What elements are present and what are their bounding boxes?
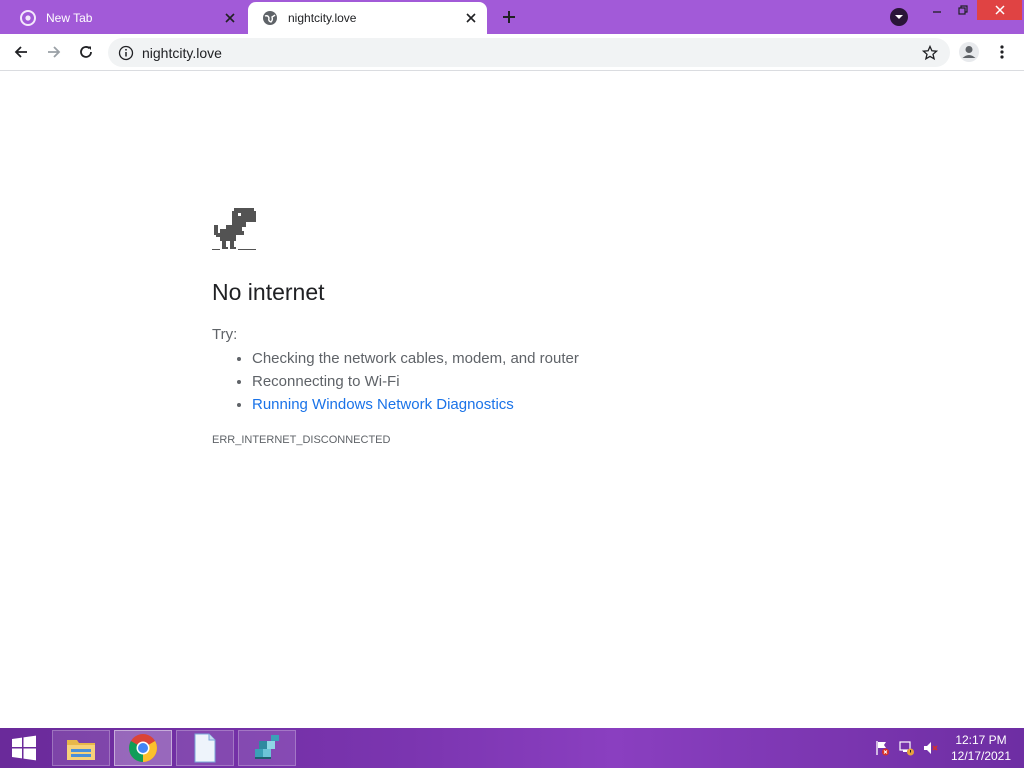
suggestion-list: Checking the network cables, modem, and … bbox=[212, 347, 579, 416]
restore-button[interactable] bbox=[951, 0, 975, 20]
error-headline: No internet bbox=[212, 279, 325, 305]
offline-dinosaur-icon[interactable] bbox=[212, 208, 258, 257]
taskbar-app-cubes[interactable] bbox=[238, 730, 296, 766]
clock-time: 12:17 PM bbox=[955, 733, 1007, 747]
minimize-icon bbox=[933, 11, 941, 13]
error-code: ERR_INTERNET_DISCONNECTED bbox=[212, 434, 391, 446]
tab-strip: New Tab nightcity.love bbox=[0, 0, 1024, 34]
bookmark-star-icon[interactable] bbox=[920, 43, 940, 63]
cubes-icon bbox=[255, 735, 279, 759]
back-arrow-icon bbox=[14, 46, 27, 58]
clock-date: 12/17/2021 bbox=[950, 749, 1012, 763]
list-item: Reconnecting to Wi-Fi bbox=[252, 370, 579, 393]
volume-muted-icon[interactable] bbox=[922, 739, 940, 757]
globe-icon bbox=[262, 10, 278, 26]
tab-title: nightcity.love bbox=[288, 11, 357, 25]
minimize-button[interactable] bbox=[925, 0, 949, 20]
profile-button[interactable] bbox=[957, 40, 981, 64]
taskbar-clock[interactable]: 12:17 PM 12/17/2021 bbox=[950, 732, 1012, 764]
reload-button[interactable] bbox=[74, 40, 98, 64]
info-icon[interactable] bbox=[118, 45, 134, 61]
chrome-icon bbox=[20, 10, 36, 26]
taskbar-file-explorer[interactable] bbox=[52, 730, 110, 766]
close-window-button[interactable] bbox=[977, 0, 1022, 20]
folder-icon bbox=[67, 740, 95, 760]
network-diagnostics-link[interactable]: Running Windows Network Diagnostics bbox=[252, 396, 514, 413]
list-item: Checking the network cables, modem, and … bbox=[252, 347, 579, 370]
browser-toolbar: nightcity.love bbox=[0, 34, 1024, 71]
start-button[interactable] bbox=[0, 728, 48, 768]
plus-icon bbox=[503, 11, 515, 23]
forward-arrow-icon bbox=[48, 46, 61, 58]
suggestion-text: Checking the network cables, modem, and … bbox=[252, 350, 579, 367]
close-tab-icon[interactable] bbox=[463, 10, 479, 26]
reload-icon bbox=[80, 46, 92, 58]
taskbar-chrome[interactable] bbox=[114, 730, 172, 766]
chrome-icon bbox=[129, 734, 157, 762]
more-vertical-icon bbox=[1000, 45, 1004, 59]
tab-nightcity[interactable]: nightcity.love bbox=[248, 2, 487, 34]
tab-title: New Tab bbox=[46, 11, 93, 25]
restore-icon bbox=[958, 5, 968, 15]
back-button[interactable] bbox=[9, 40, 33, 64]
page-content: No internet Try: Checking the network ca… bbox=[0, 71, 1024, 728]
tab-search-button[interactable] bbox=[890, 8, 908, 26]
action-center-flag-icon[interactable] bbox=[873, 739, 891, 757]
close-tab-icon[interactable] bbox=[222, 10, 238, 26]
network-status-icon[interactable] bbox=[898, 739, 916, 757]
tab-new-tab[interactable]: New Tab bbox=[6, 2, 246, 34]
new-tab-button[interactable] bbox=[499, 7, 519, 27]
taskbar: 12:17 PM 12/17/2021 bbox=[0, 728, 1024, 768]
address-bar[interactable]: nightcity.love bbox=[108, 38, 950, 67]
document-icon bbox=[194, 733, 216, 763]
menu-button[interactable] bbox=[990, 40, 1014, 64]
chevron-down-icon bbox=[895, 15, 903, 19]
suggestion-text: Reconnecting to Wi-Fi bbox=[252, 373, 400, 390]
url-text[interactable]: nightcity.love bbox=[142, 45, 920, 61]
close-icon bbox=[994, 5, 1005, 15]
windows-logo-icon bbox=[12, 735, 36, 761]
try-label: Try: bbox=[212, 326, 238, 343]
avatar-icon bbox=[959, 42, 979, 62]
list-item: Running Windows Network Diagnostics bbox=[252, 393, 579, 416]
forward-button[interactable] bbox=[42, 40, 66, 64]
taskbar-notepad[interactable] bbox=[176, 730, 234, 766]
